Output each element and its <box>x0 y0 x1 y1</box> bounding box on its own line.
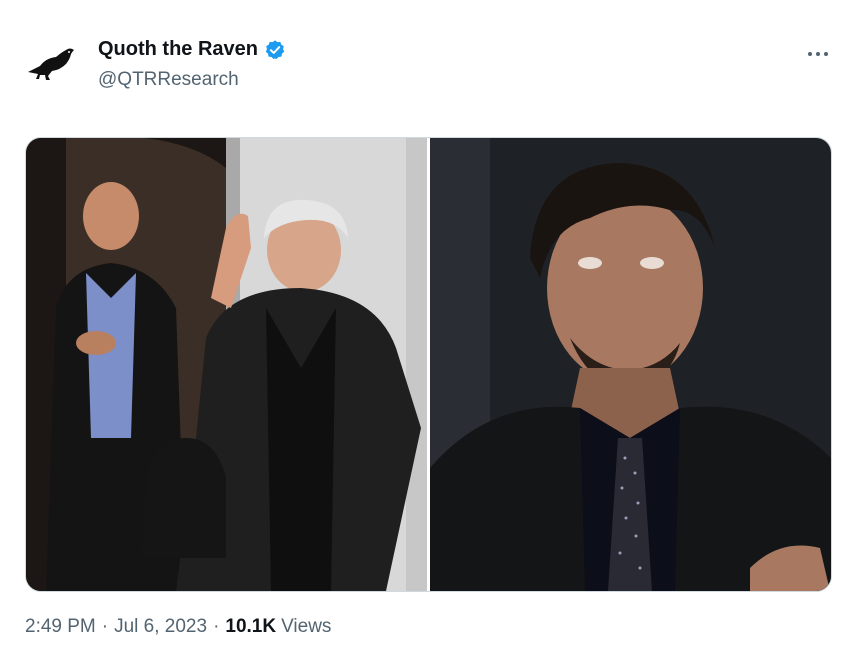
photo-image <box>26 138 427 591</box>
tweet-date-link[interactable]: Jul 6, 2023 <box>114 616 207 638</box>
tweet-meta: 2:49 PM · Jul 6, 2023 · 10.1K Views <box>25 616 331 638</box>
tweet-media <box>25 137 832 592</box>
tweet-time-link[interactable]: 2:49 PM <box>25 616 96 638</box>
author-name-row[interactable]: Quoth the Raven <box>98 38 286 61</box>
photo-image <box>430 138 831 591</box>
media-photo-left[interactable] <box>26 138 427 591</box>
raven-icon <box>28 48 74 80</box>
avatar[interactable] <box>26 44 78 84</box>
meta-separator: · <box>101 616 109 637</box>
author-name[interactable]: Quoth the Raven <box>98 38 258 61</box>
views-count: 10.1K <box>225 616 277 637</box>
more-options-button[interactable] <box>806 46 830 56</box>
more-icon <box>808 52 828 56</box>
views-label: Views <box>281 616 332 637</box>
meta-separator: · <box>213 616 220 637</box>
media-photo-right[interactable] <box>430 138 831 591</box>
verified-badge-icon <box>265 39 285 59</box>
author-handle[interactable]: @QTRResearch <box>98 69 239 91</box>
